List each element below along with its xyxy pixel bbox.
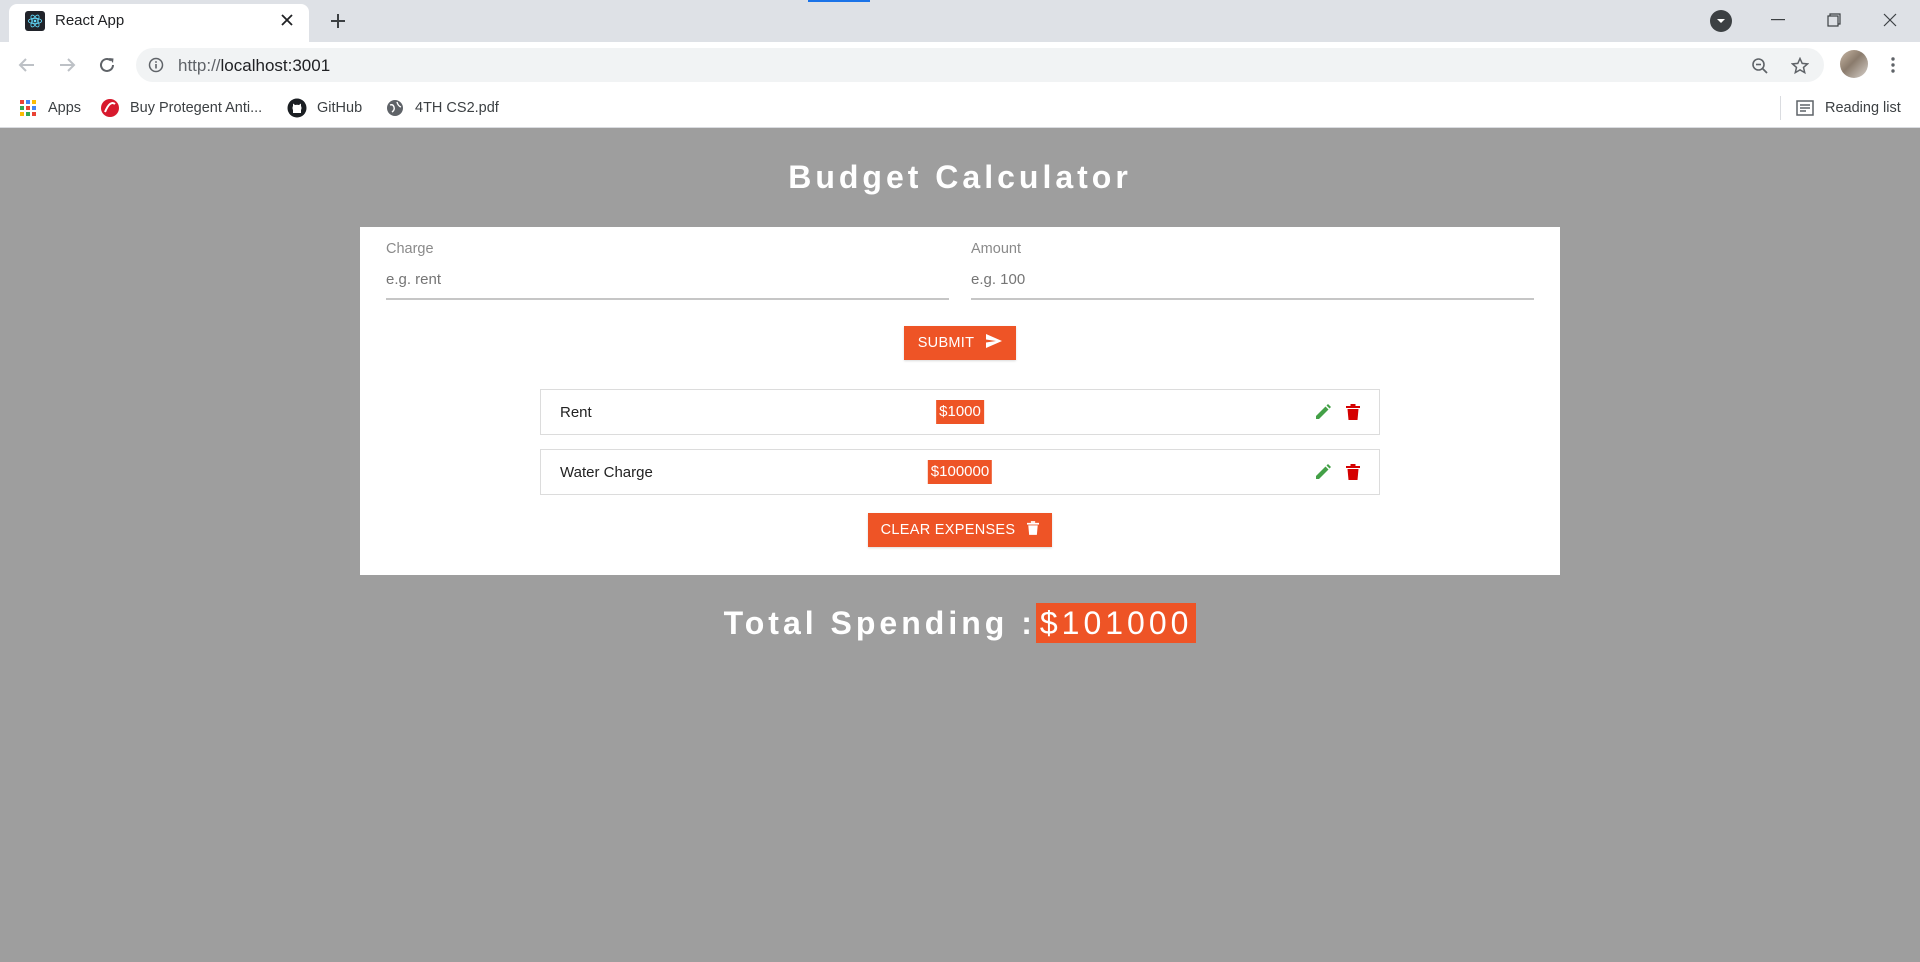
amount-label: Amount <box>971 241 1021 257</box>
protegent-icon <box>100 98 120 118</box>
new-tab-plus-icon[interactable] <box>324 7 352 35</box>
minimize-icon[interactable] <box>1750 0 1806 40</box>
close-window-icon[interactable] <box>1862 0 1918 40</box>
tab-search-dropdown-icon[interactable] <box>1710 10 1732 32</box>
clear-expenses-button[interactable]: CLEAR EXPENSES <box>868 513 1052 547</box>
total-amount: $101000 <box>1035 603 1197 643</box>
forward-arrow-icon[interactable] <box>51 49 83 81</box>
restore-icon[interactable] <box>1806 0 1862 40</box>
tab-react-app[interactable]: React App <box>9 4 309 42</box>
bookmarks-separator <box>1780 96 1781 120</box>
clear-expenses-label: CLEAR EXPENSES <box>880 522 1016 538</box>
bookmark-star-icon[interactable] <box>1790 56 1810 76</box>
submit-button[interactable]: SUBMIT <box>904 326 1016 360</box>
amount-field: Amount <box>971 241 1534 300</box>
browser-toolbar: http://localhost:3001 <box>0 42 1920 88</box>
profile-avatar[interactable] <box>1840 50 1868 78</box>
reload-icon[interactable] <box>91 49 123 81</box>
site-info-icon[interactable] <box>148 57 164 73</box>
send-icon <box>986 334 1003 352</box>
total-label: Total Spending : <box>723 605 1036 641</box>
edit-pencil-icon[interactable] <box>1313 462 1333 482</box>
bookmarks-bar: Apps Buy Protegent Anti... GitHub 4TH CS… <box>0 88 1920 128</box>
app-page: Budget Calculator Charge Amount SUBMIT R… <box>0 129 1920 962</box>
github-icon <box>287 98 307 118</box>
submit-label: SUBMIT <box>917 335 975 351</box>
expense-list: Rent $1000 Water Charge $100000 <box>540 389 1380 509</box>
page-title: Budget Calculator <box>788 159 1132 195</box>
back-arrow-icon[interactable] <box>11 49 43 81</box>
charge-label: Charge <box>386 241 434 257</box>
tab-close-icon[interactable] <box>275 8 299 32</box>
delete-trash-icon[interactable] <box>1343 462 1363 482</box>
url-text: http://localhost:3001 <box>178 56 330 76</box>
browser-tabstrip: React App <box>0 0 1920 42</box>
zoom-out-icon[interactable] <box>1750 56 1770 76</box>
expense-item: Rent $1000 <box>540 389 1380 435</box>
edit-pencil-icon[interactable] <box>1313 402 1333 422</box>
address-bar[interactable]: http://localhost:3001 <box>136 48 1824 82</box>
bookmark-label: 4TH CS2.pdf <box>415 100 499 116</box>
trash-icon <box>1027 521 1040 539</box>
bookmark-label: Buy Protegent Anti... <box>130 100 263 116</box>
expense-amount: $100000 <box>927 460 993 484</box>
tab-strip-indicator <box>808 0 870 2</box>
total-spending: Total Spending : $101000 <box>0 603 1920 643</box>
delete-trash-icon[interactable] <box>1343 402 1363 422</box>
expense-amount: $1000 <box>936 400 984 424</box>
bookmark-github[interactable]: GitHub <box>287 96 362 120</box>
reading-list-button[interactable]: Reading list <box>1795 96 1901 120</box>
url-host: localhost:3001 <box>220 56 331 75</box>
react-favicon-icon <box>25 11 45 31</box>
reading-list-icon <box>1795 98 1815 118</box>
expense-name: Rent <box>560 404 592 421</box>
reading-list-label: Reading list <box>1825 100 1901 116</box>
browser-menu-icon[interactable] <box>1880 50 1906 80</box>
charge-input[interactable] <box>386 271 949 300</box>
bookmark-protegent[interactable]: Buy Protegent Anti... <box>100 96 262 120</box>
globe-icon <box>385 98 405 118</box>
expense-name: Water Charge <box>560 464 653 481</box>
budget-card: Charge Amount SUBMIT Rent $1000 <box>360 227 1560 575</box>
bookmark-apps[interactable]: Apps <box>18 96 81 120</box>
charge-field: Charge <box>386 241 949 300</box>
bookmark-label: Apps <box>48 100 82 116</box>
bookmark-label: GitHub <box>317 100 363 116</box>
apps-grid-icon <box>18 98 38 118</box>
bookmark-pdf[interactable]: 4TH CS2.pdf <box>385 96 499 120</box>
amount-input[interactable] <box>971 271 1534 300</box>
tab-title: React App <box>55 12 125 29</box>
expense-item: Water Charge $100000 <box>540 449 1380 495</box>
url-scheme: http:// <box>178 56 221 75</box>
